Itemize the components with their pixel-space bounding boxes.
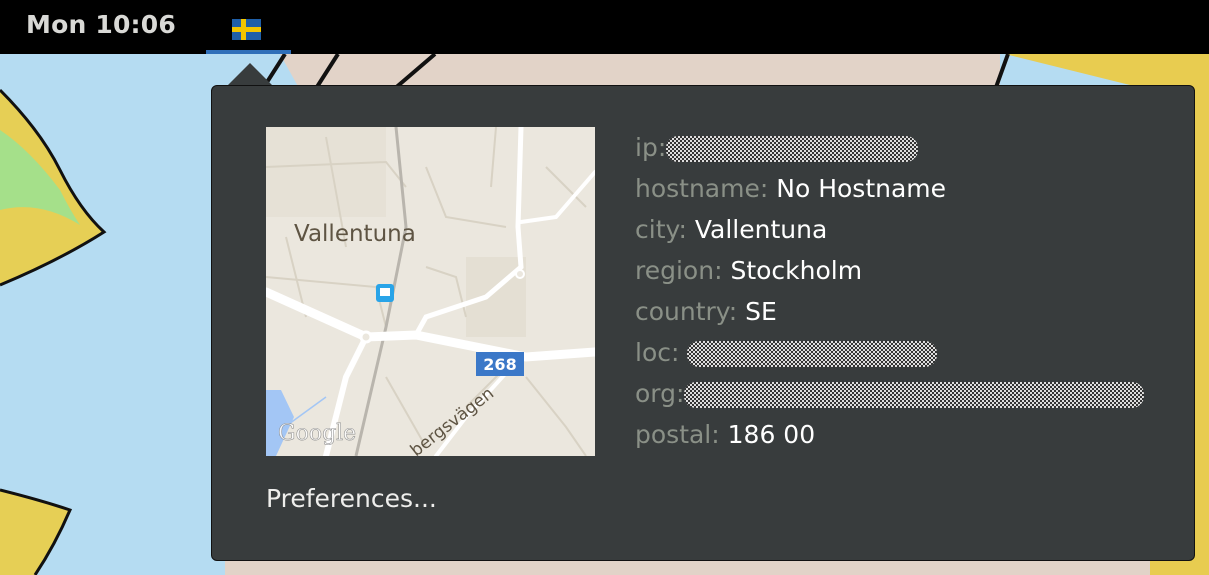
info-row-org: org: [635,373,1145,414]
info-row-country: country: SE [635,291,1144,332]
route-shield: 268 [483,355,516,374]
info-row-hostname: hostname: No Hostname [635,168,1144,209]
info-row-region: region: Stockholm [635,250,1144,291]
map-graphic: 268 Vallentuna bergsvägen Google [266,127,595,456]
popup-arrow [226,63,274,87]
preferences-menu-item[interactable]: Preferences... [266,484,437,513]
location-map: 268 Vallentuna bergsvägen Google [266,127,595,456]
region-value: Stockholm [730,256,863,285]
info-row-city: city: Vallentuna [635,209,1144,250]
org-value-redacted [684,382,1145,408]
top-panel: Mon 10:06 [0,0,1209,54]
ip-info-popup: 268 Vallentuna bergsvägen Google ip: hos… [211,85,1195,561]
region-key: region: [635,256,723,285]
ip-value-redacted [666,136,919,162]
postal-value: 186 00 [727,420,816,449]
active-indicator-underline [206,50,291,54]
org-key: org: [635,379,685,408]
hostname-key: hostname: [635,174,769,203]
loc-value-redacted [687,341,938,367]
clock[interactable]: Mon 10:06 [26,10,176,39]
info-row-postal: postal: 186 00 [635,414,1144,455]
ip-location-indicator[interactable] [206,0,291,54]
map-attribution: Google [278,421,356,446]
info-row-loc: loc: [635,332,1144,373]
map-place-label: Vallentuna [294,221,416,247]
country-value: SE [745,297,777,326]
city-value: Vallentuna [694,215,828,244]
loc-key: loc: [635,338,680,367]
city-key: city: [635,215,687,244]
ip-key: ip: [635,133,667,162]
sweden-flag-icon [232,19,261,40]
info-row-ip: ip: [635,127,1144,168]
postal-key: postal: [635,420,720,449]
country-key: country: [635,297,738,326]
ip-info-list: ip: hostname: No Hostname city: Vallentu… [635,127,1145,455]
hostname-value: No Hostname [776,174,947,203]
